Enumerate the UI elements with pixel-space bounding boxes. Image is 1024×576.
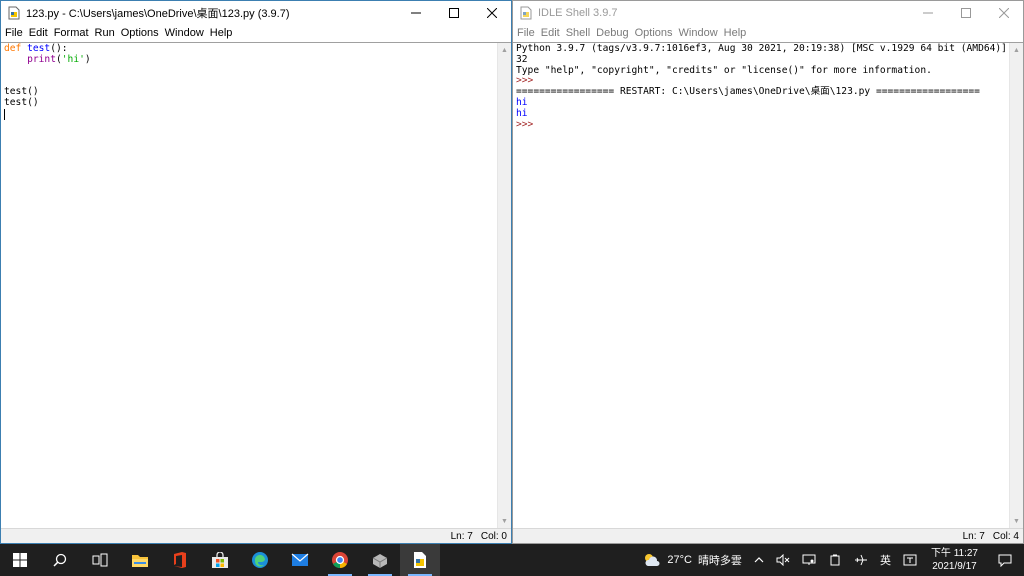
text-cursor: [4, 108, 5, 120]
menu-edit[interactable]: Edit: [541, 27, 564, 39]
editor-window: 123.py - C:\Users\james\OneDrive\桌面\123.…: [0, 0, 512, 544]
editor-menubar: File Edit Format Run Options Window Help: [1, 24, 511, 42]
shell-statusbar: Ln: 7 Col: 4: [513, 528, 1023, 543]
banner-line: 32: [516, 53, 528, 65]
menu-window[interactable]: Window: [165, 27, 208, 39]
office-icon[interactable]: [160, 544, 200, 576]
menu-help[interactable]: Help: [210, 27, 237, 39]
task-view-icon[interactable]: [80, 544, 120, 576]
idle-file-icon: [7, 6, 21, 20]
scroll-down-icon[interactable]: ▼: [498, 514, 511, 528]
shell-body: Python 3.9.7 (tags/v3.9.7:1016ef3, Aug 3…: [513, 42, 1023, 528]
app-icon[interactable]: [360, 544, 400, 576]
shell-window: IDLE Shell 3.9.7 File Edit Shell Debug O…: [512, 0, 1024, 544]
code-editor[interactable]: def test(): print('hi') test() test(): [1, 43, 497, 528]
maximize-button[interactable]: [435, 1, 473, 24]
menu-format[interactable]: Format: [54, 27, 93, 39]
column-indicator: Col: 4: [992, 530, 1019, 542]
shell-prompt: >>>: [516, 75, 534, 87]
menu-help[interactable]: Help: [724, 27, 751, 39]
system-tray: 27°C 晴時多雲 英 下午 11:27 2021/9/17: [637, 544, 1024, 576]
menu-file[interactable]: File: [517, 27, 539, 39]
code-line-6: test(): [4, 96, 39, 108]
search-icon[interactable]: [40, 544, 80, 576]
line-indicator: Ln: 7: [450, 530, 473, 542]
line-indicator: Ln: 7: [962, 530, 985, 542]
minimize-button[interactable]: [909, 1, 947, 24]
editor-title: 123.py - C:\Users\james\OneDrive\桌面\123.…: [26, 7, 290, 20]
maximize-button[interactable]: [947, 1, 985, 24]
notification-icon[interactable]: [986, 544, 1024, 576]
shell-scrollbar[interactable]: ▲ ▼: [1009, 43, 1023, 528]
restart-line: ================= RESTART: C:\Users\jame…: [516, 86, 980, 98]
shell-titlebar[interactable]: IDLE Shell 3.9.7: [513, 1, 1023, 24]
airplane-icon[interactable]: [848, 544, 874, 576]
weather-desc: 晴時多雲: [697, 555, 742, 567]
chevron-up-icon[interactable]: [748, 544, 770, 576]
scroll-down-icon[interactable]: ▼: [1010, 514, 1023, 528]
ime-mode-icon[interactable]: [897, 544, 923, 576]
edge-icon[interactable]: [240, 544, 280, 576]
code-line-1: def test():: [4, 43, 68, 54]
clock-date: 2021/9/17: [932, 561, 977, 572]
editor-statusbar: Ln: 7 Col: 0: [1, 528, 511, 543]
windows-start-icon[interactable]: [0, 544, 40, 576]
output-line: hi: [516, 107, 528, 119]
code-line-2: print('hi'): [4, 54, 91, 65]
idle-shell-icon: [519, 6, 533, 20]
clock-time: 下午 11:27: [930, 548, 978, 559]
menu-options[interactable]: Options: [635, 27, 677, 39]
code-line-5: test(): [4, 86, 39, 98]
paren-close: ): [84, 53, 91, 65]
scroll-up-icon[interactable]: ▲: [1010, 43, 1023, 57]
network-icon[interactable]: [796, 544, 822, 576]
file-explorer-icon[interactable]: [120, 544, 160, 576]
builtin-print: print: [27, 53, 56, 65]
speaker-muted-icon[interactable]: [770, 544, 796, 576]
partly-cloudy-icon: [645, 554, 660, 566]
editor-body: def test(): print('hi') test() test() ▲ …: [1, 42, 511, 528]
shell-menubar: File Edit Shell Debug Options Window Hel…: [513, 24, 1023, 42]
shell-prompt: >>>: [516, 118, 534, 130]
chrome-icon[interactable]: [320, 544, 360, 576]
menu-options[interactable]: Options: [121, 27, 163, 39]
desktop: 123.py - C:\Users\james\OneDrive\桌面\123.…: [0, 0, 1024, 576]
keyword-def: def: [4, 43, 22, 54]
menu-window[interactable]: Window: [679, 27, 722, 39]
battery-icon[interactable]: [822, 544, 848, 576]
mail-icon[interactable]: [280, 544, 320, 576]
banner-line: Type "help", "copyright", "credits" or "…: [516, 64, 932, 76]
banner-line: Python 3.9.7 (tags/v3.9.7:1016ef3, Aug 3…: [516, 43, 1009, 54]
menu-shell[interactable]: Shell: [566, 27, 594, 39]
function-name: test: [27, 43, 51, 54]
shell-output[interactable]: Python 3.9.7 (tags/v3.9.7:1016ef3, Aug 3…: [513, 43, 1009, 528]
menu-run[interactable]: Run: [95, 27, 119, 39]
weather-widget[interactable]: 27°C 晴時多雲: [637, 544, 748, 576]
ime-indicator[interactable]: 英: [874, 544, 897, 576]
column-indicator: Col: 0: [480, 530, 507, 542]
output-line: hi: [516, 96, 528, 108]
taskbar: 27°C 晴時多雲 英 下午 11:27 2021/9/17: [0, 544, 1024, 576]
string-literal: 'hi': [61, 53, 85, 65]
close-button[interactable]: [985, 1, 1023, 24]
close-button[interactable]: [473, 1, 511, 24]
menu-debug[interactable]: Debug: [596, 27, 632, 39]
clock[interactable]: 下午 11:27 2021/9/17: [923, 547, 986, 573]
menu-edit[interactable]: Edit: [29, 27, 52, 39]
weather-temp: 27°C: [667, 554, 692, 566]
scroll-up-icon[interactable]: ▲: [498, 43, 511, 57]
shell-title: IDLE Shell 3.9.7: [538, 6, 618, 19]
editor-scrollbar[interactable]: ▲ ▼: [497, 43, 511, 528]
store-icon[interactable]: [200, 544, 240, 576]
code-punct: ():: [50, 43, 68, 54]
menu-file[interactable]: File: [5, 27, 27, 39]
minimize-button[interactable]: [397, 1, 435, 24]
idle-icon[interactable]: [400, 544, 440, 576]
editor-titlebar[interactable]: 123.py - C:\Users\james\OneDrive\桌面\123.…: [1, 1, 511, 24]
